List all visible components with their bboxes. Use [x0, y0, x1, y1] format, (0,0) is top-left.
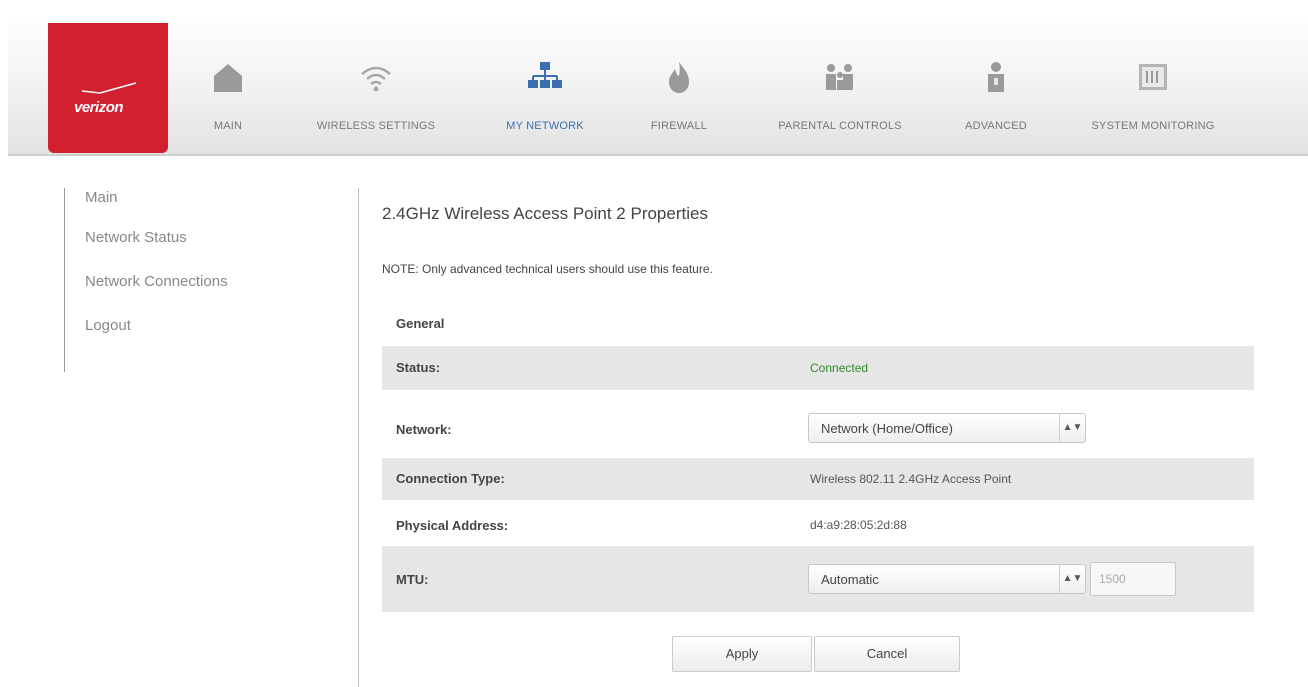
sidebar-item-network-connections[interactable]: Network Connections	[65, 260, 284, 304]
status-value: Connected	[810, 361, 869, 375]
nav-label: SYSTEM MONITORING	[1091, 120, 1215, 132]
fire-icon	[659, 58, 699, 98]
logo-text: verizon	[74, 99, 124, 116]
network-label: Network:	[396, 422, 452, 437]
mtu-row: MTU: Automatic ▲▼ 1500	[382, 546, 1254, 612]
nav-label: PARENTAL CONTROLS	[778, 120, 902, 132]
nav-label: ADVANCED	[965, 120, 1027, 132]
family-icon	[820, 58, 860, 98]
physical-address-value: d4:a9:28:05:2d:88	[810, 518, 907, 532]
sidebar-item-logout[interactable]: Logout	[65, 304, 284, 348]
nav-wireless-settings[interactable]: WIRELESS SETTINGS	[292, 58, 460, 148]
nav-label: WIRELESS SETTINGS	[316, 120, 436, 132]
connection-type-label: Connection Type:	[396, 471, 505, 486]
home-icon	[208, 58, 248, 98]
logo-checkmark-icon	[81, 82, 137, 94]
person-icon	[976, 58, 1016, 98]
select-arrows-icon: ▲▼	[1059, 414, 1085, 442]
vertical-divider	[358, 188, 359, 687]
network-select-value: Network (Home/Office)	[821, 421, 953, 436]
monitor-icon	[1133, 58, 1173, 98]
nav-advanced[interactable]: ADVANCED	[946, 58, 1046, 148]
status-row: Status: Connected	[382, 346, 1254, 390]
nav-label: MY NETWORK	[506, 120, 584, 132]
network-select[interactable]: Network (Home/Office) ▲▼	[808, 413, 1086, 443]
cancel-button[interactable]: Cancel	[814, 636, 960, 672]
nav-main[interactable]: MAIN	[196, 58, 260, 148]
top-nav-bar: verizon MAIN WIRELESS SETTINGS MY NETWOR…	[8, 14, 1308, 156]
apply-button[interactable]: Apply	[672, 636, 812, 672]
nav-label: FIREWALL	[650, 120, 708, 132]
sidebar-item-main[interactable]: Main	[65, 180, 284, 216]
connection-type-value: Wireless 802.11 2.4GHz Access Point	[810, 472, 1012, 486]
header: verizon MAIN WIRELESS SETTINGS MY NETWOR…	[0, 0, 1308, 162]
mtu-value-input[interactable]: 1500	[1090, 562, 1176, 596]
nav-parental-controls[interactable]: PARENTAL CONTROLS	[752, 58, 928, 148]
network-row: Network: Network (Home/Office) ▲▼	[382, 402, 1254, 454]
section-title: General	[396, 316, 445, 331]
connection-type-row: Connection Type: Wireless 802.11 2.4GHz …	[382, 458, 1254, 500]
advanced-note: NOTE: Only advanced technical users shou…	[382, 262, 713, 276]
physical-address-row: Physical Address: d4:a9:28:05:2d:88	[382, 506, 1254, 544]
wifi-icon	[356, 58, 396, 98]
sidebar-item-network-status[interactable]: Network Status	[65, 216, 284, 260]
nav-firewall[interactable]: FIREWALL	[634, 58, 724, 148]
sidebar: Main Network Status Network Connections …	[64, 188, 284, 372]
nav-label: MAIN	[213, 120, 243, 132]
physical-address-label: Physical Address:	[396, 518, 509, 533]
nav-my-network[interactable]: MY NETWORK	[490, 58, 600, 148]
network-icon	[525, 58, 565, 98]
verizon-logo[interactable]: verizon	[48, 23, 168, 153]
page-title: 2.4GHz Wireless Access Point 2 Propertie…	[382, 204, 708, 223]
select-arrows-icon: ▲▼	[1059, 565, 1085, 593]
nav-system-monitoring[interactable]: SYSTEM MONITORING	[1058, 58, 1248, 148]
mtu-select[interactable]: Automatic ▲▼	[808, 564, 1086, 594]
mtu-label: MTU:	[396, 572, 429, 587]
mtu-select-value: Automatic	[821, 572, 879, 587]
status-label: Status:	[396, 360, 441, 375]
